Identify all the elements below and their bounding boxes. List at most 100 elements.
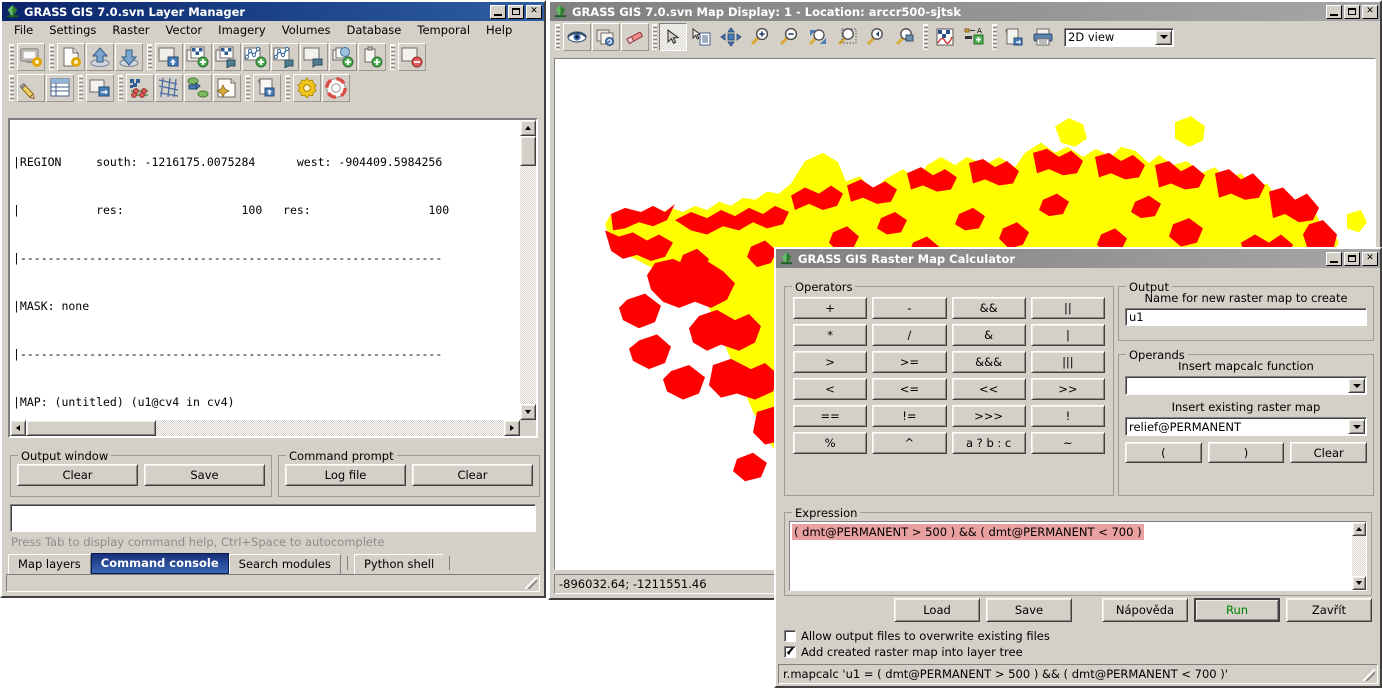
scroll-thumb-vertical[interactable] xyxy=(520,136,536,166)
chevron-down-icon[interactable] xyxy=(1348,378,1365,393)
save-workspace-icon[interactable] xyxy=(115,43,143,71)
export-raster-data-icon[interactable] xyxy=(86,74,114,102)
tab-command-console[interactable]: Command console xyxy=(90,553,229,574)
raster-map-calculator-icon[interactable] xyxy=(126,74,154,102)
tab-python-shell[interactable]: Python shell xyxy=(353,554,444,574)
zoom-back-icon[interactable] xyxy=(862,23,890,51)
view-mode-select[interactable]: 2D view xyxy=(1064,27,1174,47)
maximize-button[interactable] xyxy=(508,4,524,19)
operator-button[interactable]: << xyxy=(951,378,1026,400)
layer-manager-toolbar-row2[interactable] xyxy=(2,71,544,105)
start-new-map-display-icon[interactable] xyxy=(17,43,45,71)
add-group-icon[interactable] xyxy=(329,43,357,71)
existing-raster-select[interactable]: relief@PERMANENT xyxy=(1125,417,1367,436)
scroll-down-button[interactable] xyxy=(520,404,536,420)
georectify-icon[interactable] xyxy=(184,74,212,102)
display-map-eye-icon[interactable] xyxy=(563,23,591,51)
menu-volumes[interactable]: Volumes xyxy=(274,22,339,38)
toolbar-grip-8[interactable] xyxy=(245,75,250,101)
zoom-options-icon[interactable] xyxy=(891,23,919,51)
operator-button[interactable]: >> xyxy=(1030,378,1105,400)
close-button[interactable]: ✕ xyxy=(1362,251,1378,266)
import-raster-data-icon[interactable] xyxy=(155,43,183,71)
calculator-action-buttons[interactable]: Load Save Nápověda Run Zavřít xyxy=(784,597,1372,623)
log-file-button[interactable]: Log file xyxy=(285,464,406,486)
expression-vertical-scrollbar[interactable] xyxy=(1352,522,1366,590)
operator-button[interactable]: < xyxy=(793,378,868,400)
output-save-button[interactable]: Save xyxy=(144,464,265,486)
toolbar-grip-5[interactable] xyxy=(9,75,14,101)
add-to-layer-tree-checkbox-row[interactable]: Add created raster map into layer tree xyxy=(784,645,1023,659)
menu-imagery[interactable]: Imagery xyxy=(210,22,274,38)
toolbar-grip-9[interactable] xyxy=(285,75,290,101)
operator-button[interactable]: / xyxy=(872,324,947,346)
operands-clear-button[interactable]: Clear xyxy=(1290,442,1368,463)
add-various-raster-layers-icon[interactable] xyxy=(213,43,241,71)
layer-manager-toolbar-row1[interactable] xyxy=(2,39,544,75)
cartographic-composer-icon[interactable] xyxy=(213,74,241,102)
chevron-down-icon[interactable] xyxy=(1348,419,1365,434)
operator-button[interactable]: + xyxy=(793,297,868,319)
console-horizontal-scrollbar[interactable] xyxy=(10,420,520,436)
paren-open-button[interactable]: ( xyxy=(1125,442,1202,463)
raster-map-calculator-window[interactable]: GRASS GIS Raster Map Calculator ✕ Operat… xyxy=(774,247,1382,688)
tab-search-modules[interactable]: Search modules xyxy=(228,554,341,574)
chevron-down-icon[interactable] xyxy=(1155,29,1172,45)
help-button[interactable]: Nápověda xyxy=(1102,598,1188,622)
settings-gear-icon[interactable] xyxy=(293,74,321,102)
menu-raster[interactable]: Raster xyxy=(104,22,157,38)
scroll-thumb-horizontal[interactable] xyxy=(26,420,156,436)
expression-textarea[interactable]: ( dmt@PERMANENT > 500 ) && ( dmt@PERMANE… xyxy=(789,521,1367,591)
zoom-to-region-icon[interactable] xyxy=(833,23,861,51)
zoom-in-icon[interactable] xyxy=(746,23,774,51)
save-button[interactable]: Save xyxy=(986,598,1072,622)
operator-button[interactable]: == xyxy=(793,405,868,427)
scroll-right-button[interactable] xyxy=(504,420,520,436)
calculator-titlebar[interactable]: GRASS GIS Raster Map Calculator ✕ xyxy=(776,249,1380,268)
add-command-layer-icon[interactable] xyxy=(300,43,328,71)
operator-button[interactable]: &&& xyxy=(951,351,1026,373)
scroll-left-button[interactable] xyxy=(10,420,26,436)
toolbar-grip-3[interactable] xyxy=(147,44,152,70)
operator-button[interactable]: ~ xyxy=(1030,432,1105,454)
map-display-titlebar[interactable]: GRASS GIS 7.0.svn Map Display: 1 - Locat… xyxy=(550,2,1380,21)
toolbar-grip[interactable] xyxy=(9,44,14,70)
output-clear-button[interactable]: Clear xyxy=(17,464,138,486)
output-name-input[interactable]: u1 xyxy=(1125,308,1367,326)
menu-file[interactable]: File xyxy=(6,22,41,38)
add-vector-map-layer-icon[interactable] xyxy=(242,43,270,71)
load-button[interactable]: Load xyxy=(894,598,980,622)
close-button[interactable]: ✕ xyxy=(1362,4,1378,19)
mapcalc-function-select[interactable] xyxy=(1125,376,1367,395)
scroll-up-button[interactable] xyxy=(1352,522,1366,536)
operator-button[interactable]: % xyxy=(793,432,868,454)
toolbar-grip-2[interactable] xyxy=(652,24,657,50)
minimize-button[interactable] xyxy=(1326,4,1342,19)
open-workspace-icon[interactable] xyxy=(86,43,114,71)
close-button[interactable]: Zavřít xyxy=(1286,598,1372,622)
layer-manager-window-buttons[interactable]: ✕ xyxy=(490,4,542,19)
toolbar-grip[interactable] xyxy=(555,24,560,50)
layer-manager-window[interactable]: GRASS GIS 7.0.svn Layer Manager ✕ File S… xyxy=(0,0,546,598)
toolbar-grip-4[interactable] xyxy=(992,24,997,50)
toolbar-grip-7[interactable] xyxy=(118,75,123,101)
tab-map-layers[interactable]: Map layers xyxy=(8,554,91,574)
operator-button[interactable]: >= xyxy=(872,351,947,373)
show-attribute-table-icon[interactable] xyxy=(46,74,74,102)
launch-script-icon[interactable] xyxy=(253,74,281,102)
erase-display-icon[interactable] xyxy=(621,23,649,51)
layer-manager-tabs[interactable]: Map layers Command console Search module… xyxy=(2,552,544,574)
operator-button[interactable]: && xyxy=(951,297,1026,319)
calculator-window-buttons[interactable]: ✕ xyxy=(1326,251,1378,266)
scroll-down-button[interactable] xyxy=(1352,576,1366,590)
add-raster-map-layer-icon[interactable] xyxy=(184,43,212,71)
operator-button[interactable]: ^ xyxy=(872,432,947,454)
paren-close-button[interactable]: ) xyxy=(1207,442,1285,463)
command-prompt-input[interactable] xyxy=(10,504,536,532)
operator-button[interactable]: ||| xyxy=(1030,351,1105,373)
toolbar-grip-4[interactable] xyxy=(390,44,395,70)
maximize-button[interactable] xyxy=(1344,4,1360,19)
scroll-up-button[interactable] xyxy=(520,120,536,136)
zoom-extent-icon[interactable] xyxy=(804,23,832,51)
console-vertical-scrollbar[interactable] xyxy=(520,120,536,420)
